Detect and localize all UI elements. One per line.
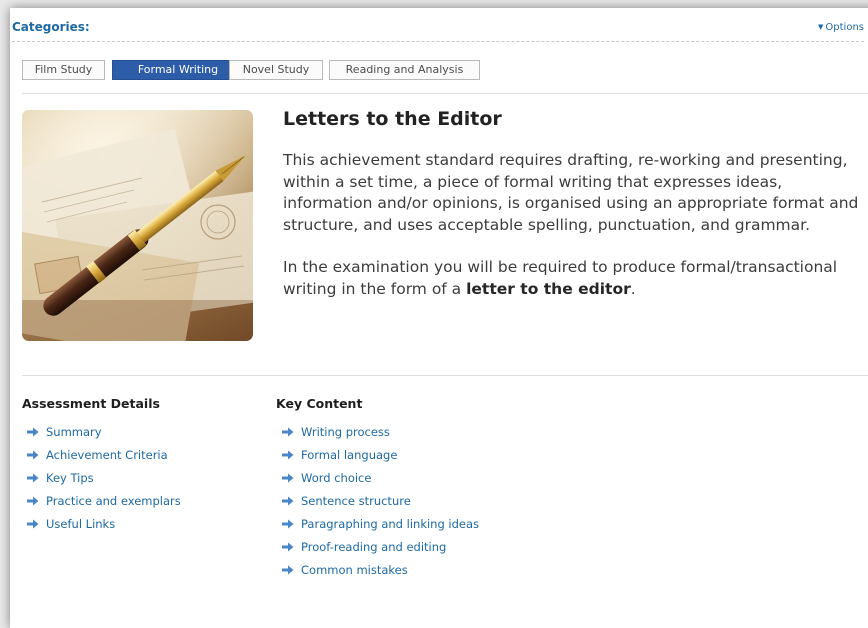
- arrow-right-icon: [282, 519, 294, 528]
- assessment-links: Summary Achievement Criteria Key Tips Pr…: [27, 421, 181, 536]
- link-label: Common mistakes: [301, 563, 408, 577]
- key-content-heading: Key Content: [276, 396, 363, 411]
- arrow-right-icon: [282, 542, 294, 551]
- key-content-links: Writing process Formal language Word cho…: [282, 421, 479, 582]
- link-label: Formal language: [301, 448, 398, 462]
- link-word-choice[interactable]: Word choice: [282, 467, 479, 490]
- options-toggle[interactable]: ▼ Options: [818, 22, 864, 33]
- description-paragraph: This achievement standard requires draft…: [283, 151, 859, 234]
- link-useful-links[interactable]: Useful Links: [27, 513, 181, 536]
- tab-reading-and-analysis[interactable]: Reading and Analysis: [329, 60, 480, 80]
- pen-and-envelopes-illustration: [22, 110, 253, 341]
- tab-novel-study[interactable]: Novel Study: [229, 60, 323, 80]
- arrow-right-icon: [27, 427, 39, 436]
- link-writing-process[interactable]: Writing process: [282, 421, 479, 444]
- arrow-right-icon: [282, 427, 294, 436]
- arrow-right-icon: [27, 496, 39, 505]
- link-sentence-structure[interactable]: Sentence structure: [282, 490, 479, 513]
- link-key-tips[interactable]: Key Tips: [27, 467, 181, 490]
- section-divider: [22, 375, 868, 376]
- link-label: Useful Links: [46, 517, 116, 531]
- arrow-right-icon: [27, 473, 39, 482]
- link-label: Practice and exemplars: [46, 494, 181, 508]
- assessment-details-heading: Assessment Details: [22, 396, 160, 411]
- categories-header: Categories: ▼ Options: [12, 20, 864, 42]
- exam-emphasis: letter to the editor: [466, 279, 631, 298]
- divider: [22, 93, 868, 94]
- link-label: Achievement Criteria: [46, 448, 168, 462]
- arrow-right-icon: [282, 450, 294, 459]
- arrow-right-icon: [27, 450, 39, 459]
- exam-text-end: .: [630, 279, 636, 298]
- feature-description: This achievement standard requires draft…: [283, 150, 868, 300]
- link-label: Key Tips: [46, 471, 94, 485]
- categories-title: Categories:: [12, 20, 90, 34]
- tab-formal-writing[interactable]: Formal Writing: [112, 60, 244, 80]
- link-label: Summary: [46, 425, 102, 439]
- link-label: Word choice: [301, 471, 372, 485]
- link-label: Sentence structure: [301, 494, 411, 508]
- arrow-right-icon: [282, 496, 294, 505]
- feature-image: [22, 110, 253, 341]
- triangle-down-icon: ▼: [818, 23, 824, 31]
- link-label: Paragraphing and linking ideas: [301, 517, 480, 531]
- link-summary[interactable]: Summary: [27, 421, 181, 444]
- link-formal-language[interactable]: Formal language: [282, 444, 479, 467]
- feature-title: Letters to the Editor: [283, 108, 502, 130]
- arrow-right-icon: [282, 565, 294, 574]
- link-label: Writing process: [301, 425, 390, 439]
- link-paragraphing-and-linking-ideas[interactable]: Paragraphing and linking ideas: [282, 513, 479, 536]
- link-achievement-criteria[interactable]: Achievement Criteria: [27, 444, 181, 467]
- options-label: Options: [825, 22, 864, 33]
- tab-film-study[interactable]: Film Study: [22, 60, 105, 80]
- link-practice-and-exemplars[interactable]: Practice and exemplars: [27, 490, 181, 513]
- exam-paragraph: In the examination you will be required …: [283, 257, 868, 300]
- link-common-mistakes[interactable]: Common mistakes: [282, 559, 479, 582]
- link-proof-reading-and-editing[interactable]: Proof-reading and editing: [282, 536, 479, 559]
- arrow-right-icon: [27, 519, 39, 528]
- arrow-right-icon: [282, 473, 294, 482]
- link-label: Proof-reading and editing: [301, 540, 447, 554]
